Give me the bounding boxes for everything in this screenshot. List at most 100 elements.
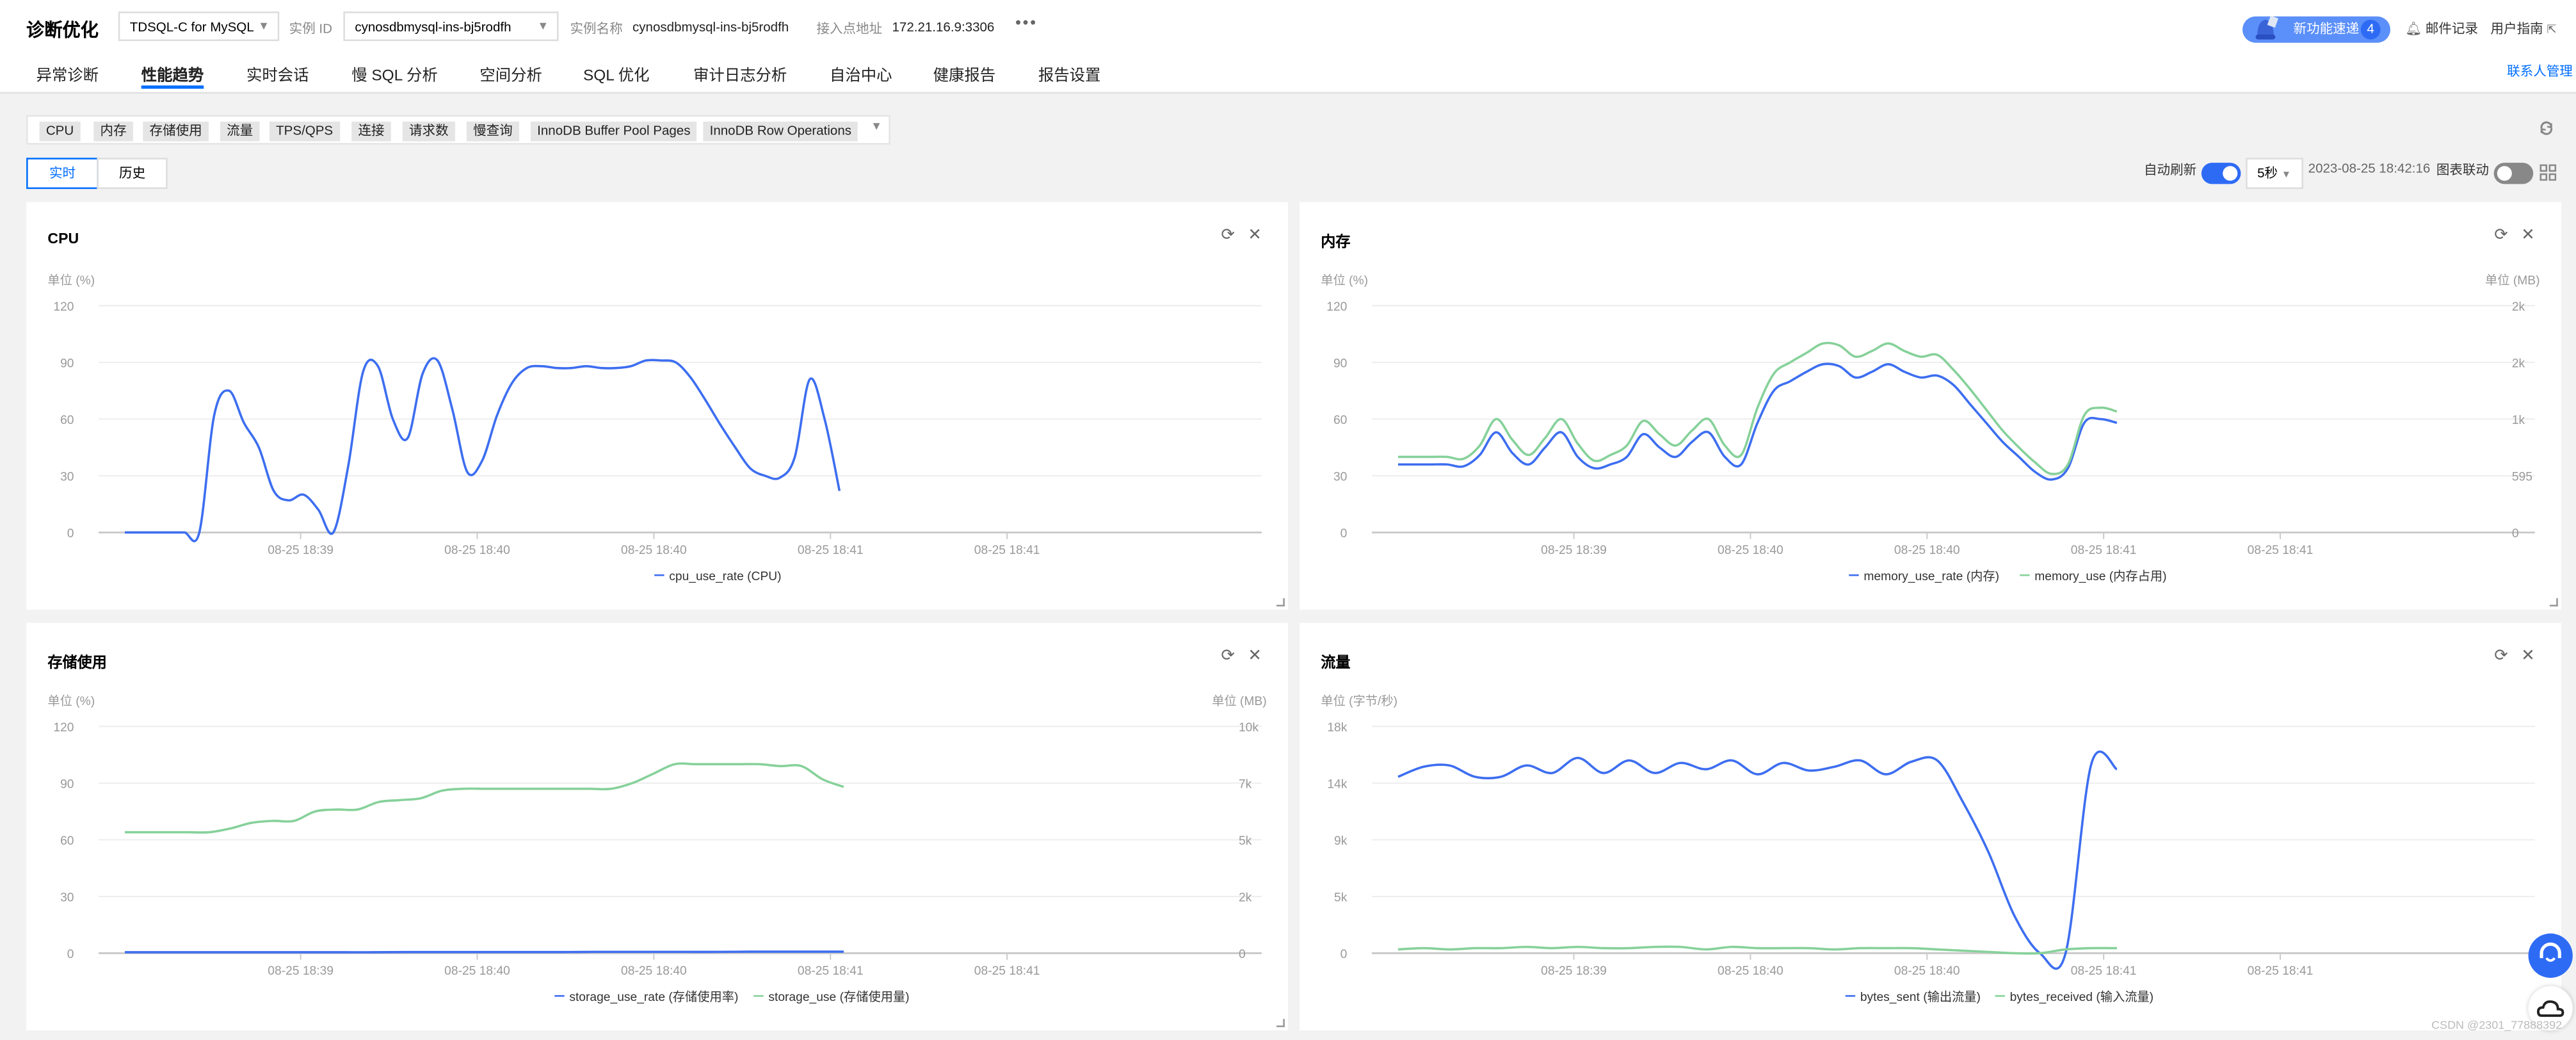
bell-icon: 🔔︎	[2405, 21, 2422, 37]
series-line-0	[1397, 362, 2118, 481]
y-tick-label: 5k	[1334, 891, 1348, 905]
instance-name-label: 实例名称	[570, 21, 623, 37]
legend-label: storage_use_rate (存储使用率)	[569, 990, 738, 1004]
db-type-select[interactable]: TDSQL-C for MySQL ▼	[118, 11, 280, 42]
bell-promo-icon	[2255, 15, 2279, 40]
metric-chip[interactable]: 连接	[351, 121, 391, 142]
y-axis-right-unit-label: 单位 (MB)	[2485, 273, 2540, 288]
chevron-down-icon: ▼	[2281, 170, 2292, 181]
tab-performance-trend[interactable]: 性能趋势	[141, 63, 204, 89]
x-tick-label: 08-25 18:40	[444, 544, 510, 557]
y-tick-label: 60	[60, 414, 74, 427]
chart-link-label: 图表联动	[2436, 163, 2489, 178]
x-tick-label: 08-25 18:41	[2071, 964, 2137, 978]
x-tick-label: 08-25 18:39	[1541, 964, 1607, 978]
chart-link-toggle[interactable]	[2493, 163, 2534, 184]
metric-chip[interactable]: TPS/QPS	[269, 121, 340, 142]
refresh-icon[interactable]	[2538, 120, 2555, 136]
y-tick-label-right: 10k	[1239, 721, 1259, 735]
y-axis-right-unit-label: 单位 (MB)	[1212, 694, 1266, 708]
y-tick-label: 90	[60, 778, 74, 792]
y-tick-label-right: 2k	[1239, 891, 1252, 905]
metric-chip[interactable]: CPU	[39, 121, 81, 142]
metric-chip[interactable]: 流量	[220, 121, 260, 142]
y-axis-unit-label: 单位 (%)	[47, 273, 95, 288]
legend-label: memory_use (内存占用)	[2034, 569, 2166, 583]
x-tick-label: 08-25 18:41	[798, 964, 864, 978]
metric-chip[interactable]: InnoDB Buffer Pool Pages	[530, 121, 697, 142]
auto-refresh-toggle[interactable]	[2201, 163, 2241, 184]
mail-record-link[interactable]: 🔔︎ 邮件记录	[2405, 20, 2478, 38]
y-tick-label: 9k	[1334, 834, 1348, 848]
interval-select[interactable]: 5秒 ▼	[2246, 158, 2303, 190]
legend-label: storage_use (存储使用量)	[768, 990, 909, 1004]
tab-audit-log[interactable]: 审计日志分析	[693, 63, 787, 85]
tab-sql-optimize[interactable]: SQL 优化	[583, 63, 649, 85]
metric-chip[interactable]: 内存	[93, 121, 133, 142]
series-line-1	[125, 762, 844, 834]
resize-handle[interactable]	[2549, 598, 2558, 606]
x-tick-label: 08-25 18:41	[974, 544, 1040, 557]
x-tick-label: 08-25 18:40	[1894, 964, 1960, 978]
tab-space-analysis[interactable]: 空间分析	[479, 63, 542, 85]
resize-handle[interactable]	[1276, 1019, 1285, 1027]
tab-autonomy-center[interactable]: 自治中心	[830, 63, 892, 85]
customer-service-button[interactable]	[2528, 933, 2573, 978]
y-axis-unit-label: 单位 (字节/秒)	[1321, 694, 1397, 708]
legend-label: cpu_use_rate (CPU)	[669, 570, 781, 583]
more-icon[interactable]: •••	[1015, 15, 1038, 33]
metric-chip[interactable]: 慢查询	[466, 121, 519, 142]
instance-id-label: 实例 ID	[289, 21, 332, 37]
y-tick-label-right: 1k	[2512, 414, 2525, 427]
y-tick-label: 18k	[1327, 721, 1347, 735]
user-guide-link[interactable]: 用户指南 ⇱	[2491, 20, 2557, 38]
traffic-chart-panel: 流量 ⟳ ✕ 单位 (字节/秒) 0 5k 9k 14k 18k 08-25 18:39 08-…	[1299, 622, 2561, 1031]
x-tick-label: 08-25 18:39	[268, 544, 334, 557]
x-tick-label: 08-25 18:41	[974, 964, 1040, 978]
auto-refresh-label: 自动刷新	[2144, 163, 2197, 178]
interval-value: 5秒	[2257, 166, 2278, 181]
grid-layout-icon[interactable]	[2540, 164, 2557, 181]
metric-chip[interactable]: 存储使用	[143, 121, 209, 142]
y-tick-label: 60	[1333, 414, 1347, 427]
instance-id-select[interactable]: cynosdbmysql-ins-bj5rodfh ▼	[343, 11, 559, 42]
metric-chip[interactable]: 请求数	[402, 121, 455, 142]
last-updated-time: 2023-08-25 18:42:16	[2308, 161, 2431, 176]
chevron-down-icon[interactable]: ▼	[871, 122, 882, 133]
contact-management-link[interactable]: 联系人管理	[2507, 63, 2573, 81]
realtime-tab[interactable]: 实时	[26, 158, 99, 190]
x-tick-label: 08-25 18:40	[621, 544, 687, 557]
y-tick-label-right: 5k	[1239, 834, 1252, 848]
memory-chart: 单位 (%) 单位 (MB) 0 0 30 595 60 1k 90 2k 120 2k 08-25 1…	[1321, 273, 2540, 583]
y-tick-label-right: 0	[2512, 527, 2519, 540]
legend-label: bytes_sent (输出流量)	[1860, 990, 1981, 1004]
x-tick-label: 08-25 18:41	[2248, 964, 2314, 978]
history-tab[interactable]: 历史	[97, 158, 168, 190]
new-features-button[interactable]: 新功能速递 4	[2242, 15, 2390, 43]
resize-handle[interactable]	[1276, 598, 1285, 606]
cpu-chart-panel: CPU ⟳ ✕ 单位 (%) 0 30 60 90 120 08-25 18:39 08-25 …	[26, 202, 1288, 610]
y-tick-label: 0	[67, 948, 74, 961]
tab-report-settings[interactable]: 报告设置	[1038, 63, 1101, 85]
traffic-chart: 单位 (字节/秒) 0 5k 9k 14k 18k 08-25 18:39 08-25 18:…	[1321, 694, 2535, 1004]
storage-chart-panel: 存储使用 ⟳ ✕ 单位 (%) 单位 (MB) 0 0 30 2k 60 5k 90 7k 120 10…	[26, 622, 1288, 1031]
series-line-0	[125, 357, 841, 542]
x-tick-label: 08-25 18:41	[2071, 544, 2137, 557]
y-axis-unit-label: 单位 (%)	[1321, 273, 1368, 288]
tab-health-report[interactable]: 健康报告	[933, 63, 996, 85]
tab-realtime-session[interactable]: 实时会话	[246, 63, 309, 85]
x-tick-label: 08-25 18:41	[2248, 544, 2314, 557]
y-tick-label: 0	[1340, 527, 1348, 540]
y-tick-label-right: 595	[2512, 471, 2532, 484]
y-tick-label: 120	[53, 721, 74, 735]
y-tick-label: 90	[60, 357, 74, 371]
tab-slow-sql[interactable]: 慢 SQL 分析	[351, 63, 438, 85]
legend-label: memory_use_rate (内存)	[1864, 569, 1999, 583]
y-tick-label: 30	[60, 891, 74, 905]
memory-chart-panel: 内存 ⟳ ✕ 单位 (%) 单位 (MB) 0 0 30 595 60 1k 90 2k 120 2k 0…	[1299, 202, 2561, 610]
tab-anomaly-diagnosis[interactable]: 异常诊断	[36, 63, 99, 85]
cpu-chart: 单位 (%) 0 30 60 90 120 08-25 18:39 08-25 18:40 08…	[47, 273, 1262, 583]
top-bar: 诊断优化 TDSQL-C for MySQL ▼ 实例 ID cynosdbmys…	[0, 0, 2576, 94]
metric-filter[interactable]: CPU 内存 存储使用 流量 TPS/QPS 连接 请求数 慢查询 InnoDB…	[26, 115, 890, 145]
metric-chip[interactable]: InnoDB Row Operations	[703, 121, 858, 142]
